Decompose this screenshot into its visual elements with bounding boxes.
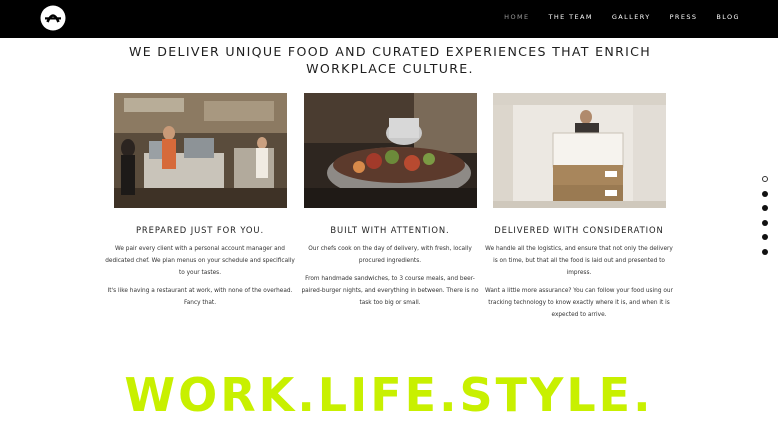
- section-dot-5[interactable]: [762, 234, 768, 241]
- delivery-boxes-photo-icon: [493, 93, 666, 208]
- work-life-style-tagline: WORK.LIFE.STYLE.: [124, 368, 654, 422]
- section-dot-4[interactable]: [762, 219, 768, 226]
- feature-body: Our chefs cook on the day of delivery, w…: [295, 243, 485, 309]
- nav-blog[interactable]: BLOG: [716, 13, 740, 21]
- feature-title: PREPARED JUST FOR YOU.: [135, 225, 265, 235]
- section-dot-6[interactable]: [762, 248, 768, 255]
- hero-headline: WE DELIVER UNIQUE FOOD AND CURATED EXPER…: [128, 44, 652, 76]
- nav-home[interactable]: HOME: [504, 13, 529, 21]
- salad-bowl-photo-icon: [304, 93, 477, 208]
- top-navigation-bar: HOME THE TEAM GALLERY PRESS BLOG: [0, 0, 778, 38]
- circle-monogram-logo-icon[interactable]: [40, 5, 66, 31]
- feature-title: BUILT WITH ATTENTION.: [330, 225, 450, 235]
- nav-press[interactable]: PRESS: [670, 13, 698, 21]
- feature-paragraph: We handle all the logistics, and ensure …: [485, 246, 673, 277]
- feature-paragraph: From handmade sandwiches, to 3 course me…: [301, 276, 479, 307]
- section-dot-navigation: [762, 176, 770, 264]
- nav-gallery[interactable]: GALLERY: [612, 13, 651, 21]
- feature-paragraph: Want a little more assurance? You can fo…: [485, 288, 673, 319]
- feature-paragraph: We pair every client with a personal acc…: [105, 246, 295, 277]
- feature-title: DELIVERED WITH CONSIDERATION: [494, 225, 664, 235]
- nav-the-team[interactable]: THE TEAM: [549, 13, 593, 21]
- feature-paragraph: It's like having a restaurant at work, w…: [107, 288, 293, 307]
- feature-body: We handle all the logistics, and ensure …: [484, 243, 674, 322]
- section-dot-1[interactable]: [762, 176, 768, 182]
- feature-body: We pair every client with a personal acc…: [105, 243, 295, 309]
- main-nav: HOME THE TEAM GALLERY PRESS BLOG: [485, 13, 740, 21]
- kitchen-photo-icon: [114, 93, 287, 208]
- section-dot-3[interactable]: [762, 205, 768, 212]
- section-dot-2[interactable]: [762, 190, 768, 197]
- feature-paragraph: Our chefs cook on the day of delivery, w…: [308, 246, 472, 265]
